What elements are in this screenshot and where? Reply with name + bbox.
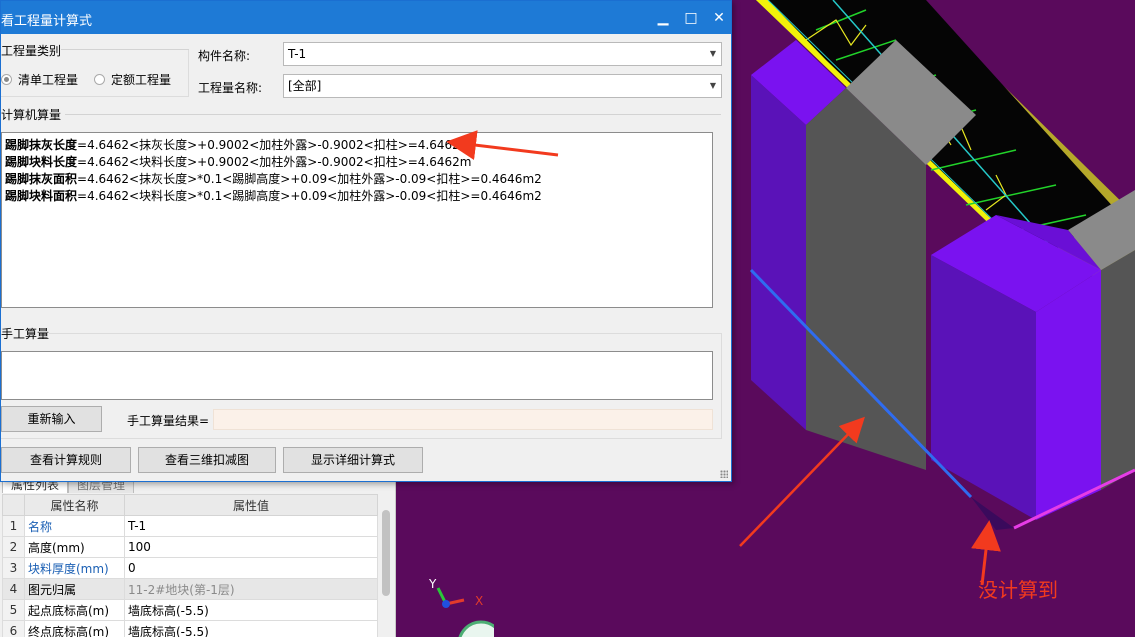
quantity-name-label: 工程量名称:: [198, 81, 263, 95]
chevron-down-icon: ▼: [709, 49, 716, 58]
dialog-title: 看工程量计算式: [1, 14, 93, 29]
manual-result-field[interactable]: [213, 409, 713, 430]
manual-result-label: 手工算量结果=: [127, 414, 210, 428]
calc-formula: =4.6462<抹灰长度>+0.9002<加柱外露>-0.9002<扣柱>=4.…: [77, 138, 472, 152]
radio-list-label: 清单工程量: [18, 73, 79, 87]
table-row[interactable]: 1 名称 T-1: [2, 515, 378, 537]
resize-grip-icon[interactable]: [720, 470, 728, 478]
radio-selected-icon: [1, 74, 12, 85]
quantity-name-select[interactable]: [全部] ▼: [283, 74, 722, 98]
axis-gizmo: Y X: [424, 574, 504, 637]
radio-quota-quantity[interactable]: 定额工程量: [94, 71, 171, 88]
calc-item-name: 踢脚抹灰面积: [5, 172, 78, 186]
radio-quota-label: 定额工程量: [111, 73, 172, 87]
category-group-line: [61, 49, 189, 50]
axis-y-label: Y: [428, 577, 437, 591]
property-name: 终点底标高(m): [24, 620, 125, 637]
axis-x-label: X: [475, 594, 483, 608]
computer-group-line: [65, 114, 721, 115]
component-name-label: 构件名称:: [198, 49, 251, 63]
calc-line: 踢脚抹灰长度=4.6462<抹灰长度>+0.9002<加柱外露>-0.9002<…: [5, 137, 709, 154]
manual-input-box[interactable]: [1, 351, 713, 400]
property-value[interactable]: 墙底标高(-5.5): [124, 599, 378, 621]
row-index: 5: [2, 599, 25, 621]
quantity-name-value: [全部]: [288, 79, 322, 93]
show-detail-formula-button[interactable]: 显示详细计算式: [283, 447, 423, 473]
component-name-value: T-1: [288, 47, 307, 61]
property-name: 块料厚度(mm): [24, 557, 125, 579]
row-index: 6: [2, 620, 25, 637]
calc-line: 踢脚块料面积=4.6462<块料长度>*0.1<踢脚高度>+0.09<加柱外露>…: [5, 188, 709, 205]
view-3d-deduction-button[interactable]: 查看三维扣减图: [138, 447, 276, 473]
calc-line: 踢脚抹灰面积=4.6462<抹灰长度>*0.1<踢脚高度>+0.09<加柱外露>…: [5, 171, 709, 188]
calc-formula: =4.6462<块料长度>*0.1<踢脚高度>+0.09<加柱外露>-0.09<…: [77, 189, 542, 203]
component-name-select[interactable]: T-1 ▼: [283, 42, 722, 66]
property-value[interactable]: 墙底标高(-5.5): [124, 620, 378, 637]
dialog-titlebar[interactable]: 看工程量计算式 ▁ □ ✕: [1, 1, 731, 34]
row-index: 1: [2, 515, 25, 537]
radio-unselected-icon: [94, 74, 105, 85]
calc-item-name: 踢脚块料长度: [5, 155, 78, 169]
category-group-label: 工程量类别: [1, 42, 62, 59]
table-row[interactable]: 3 块料厚度(mm) 0: [2, 557, 378, 579]
calc-formula: =4.6462<抹灰长度>*0.1<踢脚高度>+0.09<加柱外露>-0.09<…: [77, 172, 542, 186]
property-name: 起点底标高(m): [24, 599, 125, 621]
property-value[interactable]: 100: [124, 536, 378, 558]
table-row[interactable]: 6 终点底标高(m) 墙底标高(-5.5): [2, 620, 378, 637]
maximize-button[interactable]: □: [679, 7, 703, 29]
radio-list-quantity[interactable]: 清单工程量: [1, 71, 78, 88]
scrollbar-thumb[interactable]: [382, 510, 390, 596]
table-row[interactable]: 5 起点底标高(m) 墙底标高(-5.5): [2, 599, 378, 621]
view-rules-button[interactable]: 查看计算规则: [1, 447, 131, 473]
annotation-text: 没计算到: [978, 578, 1058, 602]
row-index: 3: [2, 557, 25, 579]
property-value[interactable]: T-1: [124, 515, 378, 537]
property-scrollbar[interactable]: [380, 508, 392, 637]
calc-item-name: 踢脚块料面积: [5, 189, 78, 203]
computer-group-label: 计算机算量: [1, 106, 62, 123]
index-header: [2, 494, 25, 516]
close-button[interactable]: ✕: [707, 7, 731, 29]
table-row[interactable]: 2 高度(mm) 100: [2, 536, 378, 558]
reenter-button[interactable]: 重新输入: [1, 406, 102, 432]
calc-formula-box[interactable]: 踢脚抹灰长度=4.6462<抹灰长度>+0.9002<加柱外露>-0.9002<…: [1, 132, 713, 308]
minimize-button[interactable]: ▁: [651, 7, 675, 29]
quantity-formula-dialog: 看工程量计算式 ▁ □ ✕ 工程量类别 清单工程量 定额工程量 构件名称: T-…: [0, 0, 732, 482]
property-name-header: 属性名称: [24, 494, 125, 516]
calc-line: 踢脚块料长度=4.6462<块料长度>+0.9002<加柱外露>-0.9002<…: [5, 154, 709, 171]
manual-group-label: 手工算量: [1, 325, 50, 342]
property-value[interactable]: 0: [124, 557, 378, 579]
chevron-down-icon: ▼: [709, 81, 716, 90]
row-index: 4: [2, 578, 25, 600]
table-row[interactable]: 4 图元归属 11-2#地块(第-1层): [2, 578, 378, 600]
row-index: 2: [2, 536, 25, 558]
property-name: 图元归属: [24, 578, 125, 600]
property-name: 高度(mm): [24, 536, 125, 558]
calc-formula: =4.6462<块料长度>+0.9002<加柱外露>-0.9002<扣柱>=4.…: [77, 155, 472, 169]
property-value: 11-2#地块(第-1层): [124, 578, 378, 600]
property-table: 属性名称 属性值 1 名称 T-1 2 高度(mm) 100 3 块料厚度(mm…: [2, 494, 378, 637]
property-value-header: 属性值: [124, 494, 378, 516]
calc-item-name: 踢脚抹灰长度: [5, 138, 78, 152]
property-name: 名称: [24, 515, 125, 537]
